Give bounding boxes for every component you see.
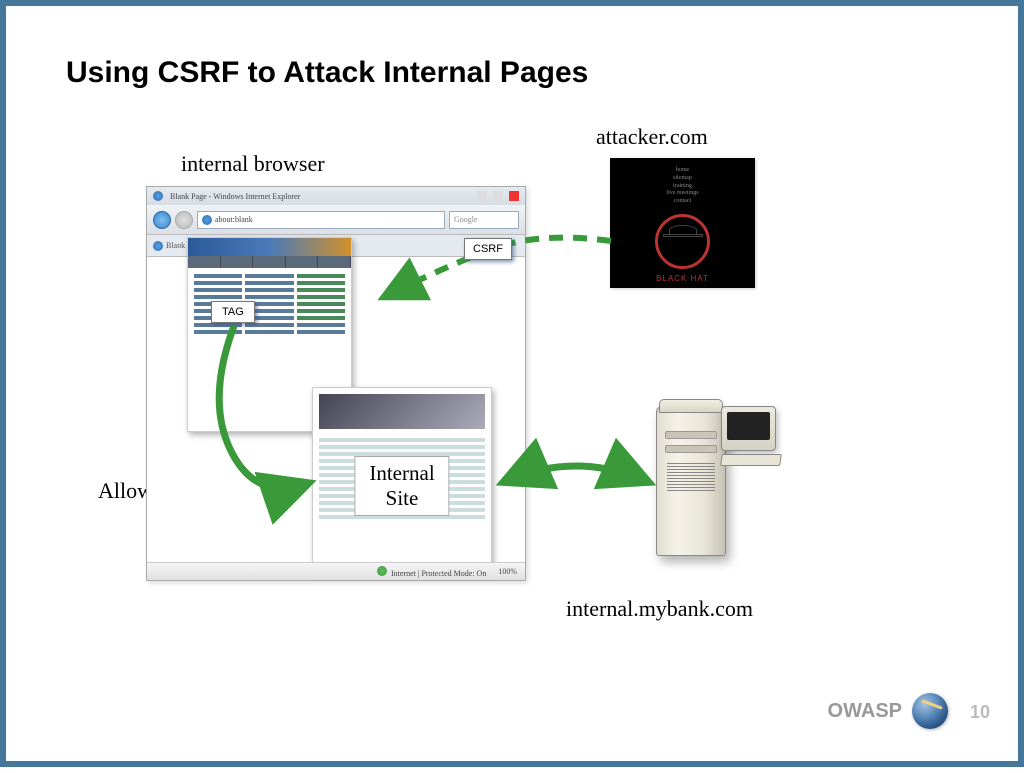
attacker-site: homesitemaptraininglive meetingscontact … <box>610 158 755 288</box>
page-hero-image <box>319 394 485 429</box>
favorites-icon <box>153 241 163 251</box>
internal-server <box>646 386 776 576</box>
arrow-internal-server <box>506 466 646 481</box>
forward-icon <box>175 211 193 229</box>
address-text: about:blank <box>215 215 253 224</box>
zoom-level: 100% <box>498 567 517 576</box>
status-bar: Internet | Protected Mode: On 100% <box>147 562 525 580</box>
slide-title: Using CSRF to Attack Internal Pages <box>66 56 588 90</box>
browser-toolbar: about:blank Google <box>147 205 525 235</box>
maximize-icon <box>493 191 503 201</box>
close-icon <box>509 191 519 201</box>
search-box: Google <box>449 211 519 229</box>
tag-callout: TAG <box>211 301 255 323</box>
internal-browser-label: internal browser <box>181 151 325 177</box>
minimize-icon <box>477 191 487 201</box>
footer: OWASP <box>828 693 948 729</box>
address-bar: about:blank <box>197 211 445 229</box>
page-nav <box>188 256 351 268</box>
owasp-logo-icon <box>912 693 948 729</box>
status-mode: Internet | Protected Mode: On <box>391 569 486 578</box>
server-tower-icon <box>656 406 726 556</box>
internal-site-label: InternalSite <box>354 456 449 516</box>
attacker-text-lines: homesitemaptraininglive meetingscontact <box>666 167 698 206</box>
embedded-page-internal: InternalSite <box>312 387 492 572</box>
attacker-label: attacker.com <box>596 124 708 150</box>
server-monitor-icon <box>721 406 776 451</box>
server-keyboard-icon <box>720 454 782 466</box>
page-banner <box>188 238 351 256</box>
browser-title: Blank Page - Windows Internet Explorer <box>170 192 300 201</box>
back-icon <box>153 211 171 229</box>
footer-org: OWASP <box>828 700 902 723</box>
blackhat-brand: BLACK HAT <box>656 274 709 283</box>
page-icon <box>202 215 212 225</box>
page-number: 10 <box>970 702 990 723</box>
blackhat-icon <box>655 214 710 269</box>
server-label: internal.mybank.com <box>566 596 753 622</box>
csrf-callout: CSRF <box>464 238 512 260</box>
browser-title-bar: Blank Page - Windows Internet Explorer <box>147 187 525 205</box>
globe-icon <box>377 566 387 576</box>
ie-icon <box>153 191 163 201</box>
